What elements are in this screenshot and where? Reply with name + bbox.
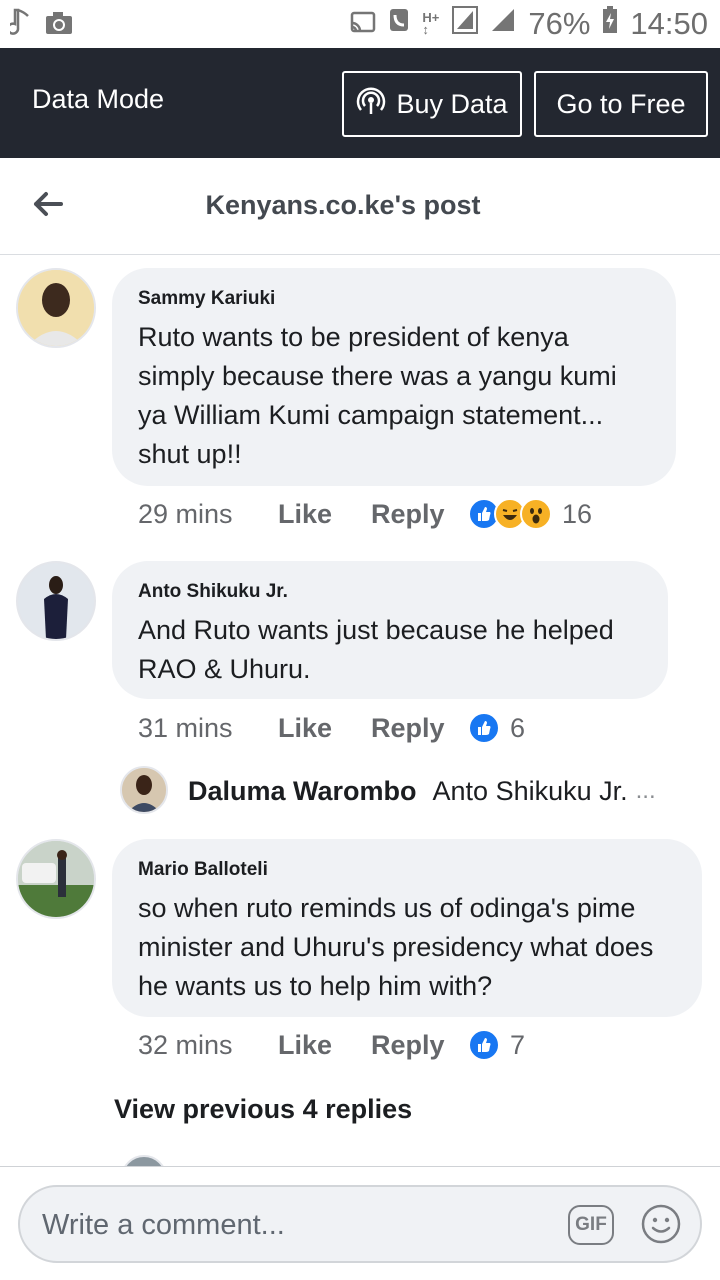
network-type-icon: H+ ↕ (422, 10, 440, 37)
battery-percent: 76% (528, 6, 591, 41)
emoji-icon[interactable] (640, 1203, 682, 1245)
comment-bubble[interactable]: Sammy Kariuki Ruto wants to be president… (112, 268, 676, 486)
comment-meta: 32 mins Like Reply 7 (138, 1029, 525, 1061)
like-reaction-icon (468, 712, 500, 744)
comment-text: so when ruto reminds us of odinga's pime… (138, 893, 654, 1001)
gif-button[interactable]: GIF (568, 1205, 614, 1245)
reply-button[interactable]: Reply (371, 1030, 468, 1061)
network-type-label: H+ (422, 10, 440, 25)
comment-author[interactable]: Sammy Kariuki (138, 288, 650, 310)
comment-time[interactable]: 29 mins (138, 499, 278, 530)
wow-reaction-icon (520, 498, 552, 530)
reaction-count[interactable]: 6 (510, 713, 525, 744)
buy-data-button[interactable]: Buy Data (342, 71, 522, 137)
reaction-count[interactable]: 7 (510, 1030, 525, 1061)
reply-snippet: Anto Shikuku Jr. (432, 775, 628, 806)
battery-charging-icon (602, 6, 618, 42)
like-button[interactable]: Like (278, 713, 371, 744)
data-mode-title: Data Mode (32, 84, 165, 114)
avatar[interactable] (120, 766, 168, 814)
comment-author[interactable]: Anto Shikuku Jr. (138, 581, 642, 603)
reply-author[interactable]: Daluma Warombo (188, 776, 417, 807)
go-to-free-label: Go to Free (556, 88, 686, 119)
comment-composer[interactable]: GIF (18, 1185, 702, 1263)
sim2-signal-icon (490, 7, 516, 41)
reply-preview[interactable]: Daluma Warombo Anto Shikuku Jr. ... (120, 766, 700, 816)
clock: 14:50 (630, 6, 708, 41)
post-header: Kenyans.co.ke's post (0, 158, 720, 255)
page-title: Kenyans.co.ke's post (205, 190, 481, 220)
view-previous-replies-link[interactable]: View previous 4 replies (114, 1094, 412, 1125)
avatar[interactable] (16, 561, 96, 641)
reactions-summary[interactable] (468, 498, 552, 530)
reply-ellipsis: ... (635, 777, 656, 804)
camera-icon (44, 10, 74, 41)
comment-composer-bar: GIF (0, 1166, 720, 1280)
comment-meta: 29 mins Like Reply 16 (138, 498, 592, 530)
avatar[interactable] (16, 839, 96, 919)
comment-text: Ruto wants to be president of kenya simp… (138, 322, 617, 469)
reply-button[interactable]: Reply (371, 499, 468, 530)
data-mode-bar: Data Mode Buy Data Go to Free (0, 48, 720, 158)
status-bar: H+ ↕ 76% 14:50 (0, 0, 720, 48)
comment-time[interactable]: 32 mins (138, 1030, 278, 1061)
comment-meta: 31 mins Like Reply 6 (138, 712, 525, 744)
avatar[interactable] (16, 268, 96, 348)
comment-bubble[interactable]: Anto Shikuku Jr. And Ruto wants just bec… (112, 561, 668, 699)
wifi-calling-icon (388, 7, 410, 41)
comment-time[interactable]: 31 mins (138, 713, 278, 744)
like-button[interactable]: Like (278, 1030, 371, 1061)
broadcast-icon (356, 86, 386, 123)
reactions-summary[interactable] (468, 712, 500, 744)
cast-icon (350, 7, 376, 41)
comment-author[interactable]: Mario Balloteli (138, 859, 676, 881)
reactions-summary[interactable] (468, 1029, 500, 1061)
comment-text: And Ruto wants just because he helped RA… (138, 615, 614, 684)
comment-bubble[interactable]: Mario Balloteli so when ruto reminds us … (112, 839, 702, 1017)
reply-button[interactable]: Reply (371, 713, 468, 744)
music-note-icon (6, 8, 32, 43)
go-to-free-button[interactable]: Go to Free (534, 71, 708, 137)
reaction-count[interactable]: 16 (562, 499, 592, 530)
comment-input[interactable] (42, 1201, 562, 1249)
like-button[interactable]: Like (278, 499, 371, 530)
like-reaction-icon (468, 1029, 500, 1061)
sim1-signal-icon (452, 6, 479, 42)
buy-data-label: Buy Data (396, 88, 508, 119)
